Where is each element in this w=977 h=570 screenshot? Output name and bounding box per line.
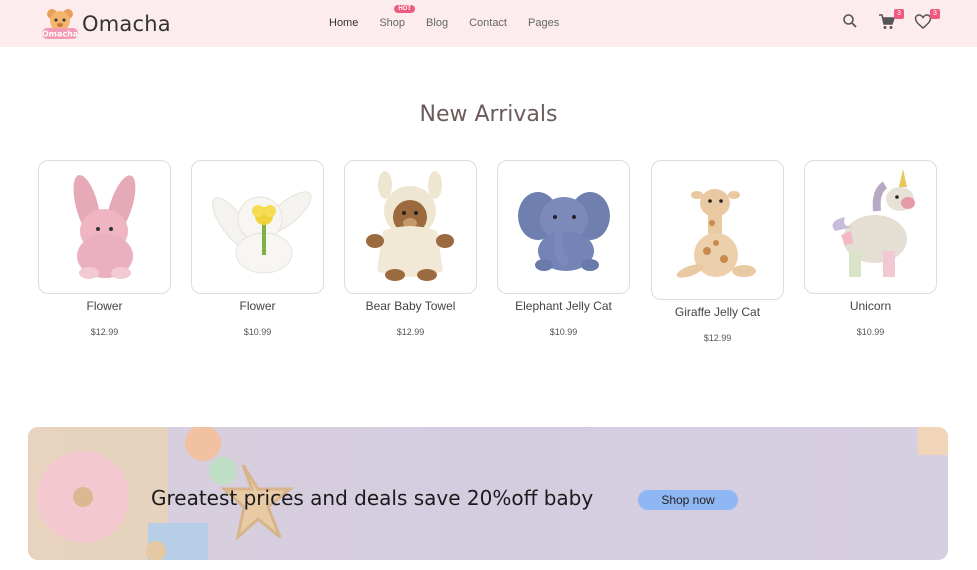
- nav-pages[interactable]: Pages: [528, 17, 559, 29]
- nav-shop[interactable]: HOT Shop: [379, 5, 416, 29]
- product-card[interactable]: Flower $10.99: [191, 160, 324, 337]
- product-price: $10.99: [549, 327, 578, 337]
- cart-count-badge: 3: [894, 9, 904, 19]
- product-name[interactable]: Bear Baby Towel: [344, 299, 477, 313]
- product-image-white-bunny[interactable]: [191, 160, 324, 294]
- shop-now-button[interactable]: Shop now: [638, 490, 738, 510]
- nav-contact[interactable]: Contact: [469, 17, 507, 29]
- product-image-unicorn[interactable]: [804, 160, 937, 294]
- product-price: $12.99: [703, 333, 732, 343]
- nav-shop-label: Shop: [379, 17, 406, 29]
- product-card[interactable]: Giraffe Jelly Cat $12.99: [651, 160, 784, 343]
- product-name[interactable]: Flower: [38, 299, 171, 313]
- product-image-pink-bunny[interactable]: [38, 160, 171, 294]
- product-name[interactable]: Flower: [191, 299, 324, 313]
- product-name[interactable]: Giraffe Jelly Cat: [651, 305, 784, 319]
- product-card[interactable]: Elephant Jelly Cat $10.99: [497, 160, 630, 337]
- search-button[interactable]: [842, 13, 862, 33]
- nav-blog[interactable]: Blog: [426, 17, 448, 29]
- product-image-elephant[interactable]: [497, 160, 630, 294]
- product-price: $10.99: [856, 327, 885, 337]
- section-title: New Arrivals: [419, 102, 558, 127]
- product-image-giraffe[interactable]: [651, 160, 784, 300]
- brand-logo[interactable]: Omacha Omacha: [40, 6, 171, 42]
- promo-banner: Greatest prices and deals save 20%off ba…: [28, 427, 948, 560]
- logo-lettering: Omacha: [42, 30, 78, 39]
- product-price: $12.99: [396, 327, 425, 337]
- product-name[interactable]: Elephant Jelly Cat: [497, 299, 630, 313]
- main-nav: Home HOT Shop Blog Contact Pages: [329, 5, 580, 29]
- product-card[interactable]: Flower $12.99: [38, 160, 171, 337]
- logo-bear-icon: Omacha: [40, 6, 80, 42]
- wishlist-button[interactable]: 3: [914, 9, 940, 33]
- product-name[interactable]: Unicorn: [804, 299, 937, 313]
- nav-home[interactable]: Home: [329, 17, 358, 29]
- wishlist-count-badge: 3: [930, 9, 940, 19]
- cart-button[interactable]: 3: [878, 9, 904, 33]
- product-card[interactable]: Bear Baby Towel $12.99: [344, 160, 477, 337]
- product-price: $12.99: [90, 327, 119, 337]
- site-header: Omacha Omacha Home HOT Shop Blog Contact…: [0, 0, 977, 47]
- brand-name: Omacha: [82, 12, 171, 36]
- banner-headline: Greatest prices and deals save 20%off ba…: [151, 486, 594, 510]
- product-card[interactable]: Unicorn $10.99: [804, 160, 937, 337]
- product-price: $10.99: [243, 327, 272, 337]
- hot-badge: HOT: [394, 5, 416, 13]
- product-image-bear-towel[interactable]: [344, 160, 477, 294]
- search-icon: [843, 14, 857, 28]
